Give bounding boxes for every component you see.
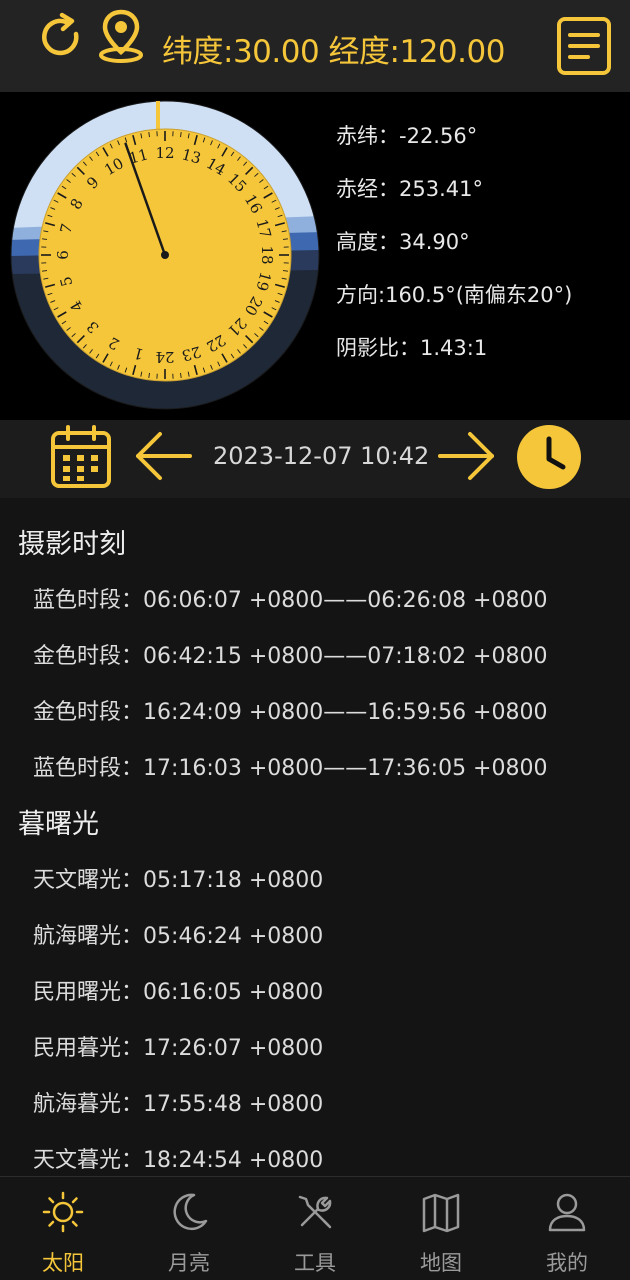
direction-row: 方向:160.5°(南偏东20°)	[336, 283, 573, 307]
list-item: 天文曙光：05:17:18 +0800	[33, 868, 324, 893]
tools-icon	[298, 1195, 332, 1229]
nav-label: 我的	[546, 1251, 588, 1275]
dial-hour-number: 6	[54, 250, 72, 260]
current-datetime[interactable]: 2023-12-07 10:42	[213, 442, 429, 470]
top-bar: 纬度:30.00 经度:120.00	[0, 0, 630, 92]
list-item: 航海暮光：17:55:48 +0800	[33, 1092, 324, 1117]
list-item: 蓝色时段：06:06:07 +0800——06:26:08 +0800	[33, 588, 548, 613]
date-bar: 2023-12-07 10:42	[0, 420, 630, 498]
menu-icon[interactable]	[556, 16, 612, 76]
sun-icon	[42, 1191, 84, 1233]
next-arrow-icon[interactable]	[436, 430, 498, 482]
declination-row: 赤纬：-22.56°	[336, 124, 478, 148]
nav-label: 太阳	[42, 1251, 84, 1275]
refresh-icon[interactable]	[36, 12, 86, 62]
dial-hour-number: 18	[258, 245, 276, 264]
altitude-row: 高度：34.90°	[336, 230, 470, 254]
list-item: 蓝色时段：17:16:03 +0800——17:36:05 +0800	[33, 756, 548, 781]
dial-hour-number: 24	[155, 348, 174, 366]
photo-section-title: 摄影时刻	[18, 529, 126, 560]
sun-clock-dial: 12345678910 11 12 13 1415161718192021222324	[10, 100, 320, 410]
bottom-navigation: 太阳 月亮 工具 地图 我的	[0, 1176, 630, 1280]
user-icon	[548, 1193, 586, 1232]
map-icon	[422, 1193, 460, 1233]
location-pin-icon[interactable]	[95, 8, 147, 64]
list-item: 金色时段：06:42:15 +0800——07:18:02 +0800	[33, 644, 548, 669]
moon-icon	[173, 1193, 208, 1231]
list-item: 金色时段：16:24:09 +0800——16:59:56 +0800	[33, 700, 548, 725]
list-item: 民用曙光：06:16:05 +0800	[33, 980, 324, 1005]
calendar-icon[interactable]	[50, 425, 112, 489]
shadow-ratio-row: 阴影比：1.43:1	[336, 336, 488, 360]
nav-item-tools[interactable]: 工具	[252, 1177, 378, 1280]
nav-item-sun[interactable]: 太阳	[0, 1177, 126, 1280]
sun-info-list: 赤纬：-22.56° 赤经：253.41° 高度：34.90° 方向:160.5…	[336, 120, 572, 385]
list-item: 民用暮光：17:26:07 +0800	[33, 1036, 324, 1061]
nav-label: 月亮	[168, 1251, 210, 1275]
list-item: 天文暮光：18:24:54 +0800	[33, 1148, 324, 1173]
nav-item-map[interactable]: 地图	[378, 1177, 504, 1280]
coordinates-readout: 纬度:30.00 经度:120.00	[162, 34, 505, 70]
nav-item-moon[interactable]: 月亮	[126, 1177, 252, 1280]
nav-label: 工具	[294, 1251, 336, 1275]
times-content: 摄影时刻 蓝色时段：06:06:07 +0800——06:26:08 +0800…	[0, 498, 630, 1176]
nav-label: 地图	[420, 1251, 462, 1275]
nav-item-profile[interactable]: 我的	[504, 1177, 630, 1280]
previous-arrow-icon[interactable]	[132, 430, 194, 482]
twilight-section-title: 暮曙光	[18, 809, 99, 840]
list-item: 航海曙光：05:46:24 +0800	[33, 924, 324, 949]
sun-dial-panel: 1 2 3 4 5 6 7 8 9 10 11 12 13 14 15 16 17 18 19 20 21 22 23 24 …	[0, 92, 630, 420]
clock-icon[interactable]	[515, 423, 583, 491]
right-ascension-row: 赤经：253.41°	[336, 177, 483, 201]
dial-hour-number: 12	[155, 144, 174, 162]
